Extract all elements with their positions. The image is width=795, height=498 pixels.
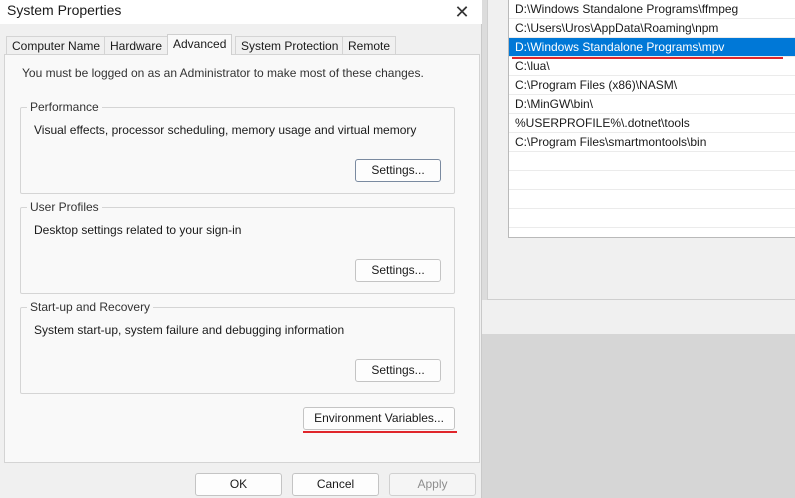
tab-computer-name[interactable]: Computer Name <box>6 36 107 54</box>
apply-button[interactable]: Apply <box>389 473 476 496</box>
window-gap <box>482 300 795 334</box>
path-row[interactable]: C:\Program Files (x86)\NASM\ <box>509 76 795 95</box>
user-profiles-description: Desktop settings related to your sign-in <box>34 223 242 237</box>
user-profiles-label: User Profiles <box>27 200 102 214</box>
startup-recovery-label: Start-up and Recovery <box>27 300 154 314</box>
desktop-background <box>482 334 795 498</box>
path-row[interactable] <box>509 209 795 228</box>
selected-path-highlight-underline <box>512 57 783 59</box>
performance-description: Visual effects, processor scheduling, me… <box>34 123 417 137</box>
admin-note: You must be logged on as an Administrato… <box>22 66 424 80</box>
user-profiles-settings-button[interactable]: Settings... <box>355 259 441 282</box>
startup-recovery-group: Start-up and Recovery System start-up, s… <box>20 300 455 394</box>
path-row[interactable]: D:\Windows Standalone Programs\ffmpeg <box>509 0 795 19</box>
performance-settings-button[interactable]: Settings... <box>355 159 441 182</box>
path-row[interactable]: C:\Users\Uros\AppData\Roaming\npm <box>509 19 795 38</box>
path-row[interactable] <box>509 228 795 237</box>
user-profiles-group: User Profiles Desktop settings related t… <box>20 200 455 294</box>
cancel-button[interactable]: Cancel <box>292 473 379 496</box>
close-icon: ✕ <box>454 1 470 22</box>
startup-recovery-description: System start-up, system failure and debu… <box>34 323 345 337</box>
path-list[interactable]: D:\Windows Standalone Programs\ffmpeg C:\… <box>508 0 795 238</box>
path-row[interactable]: %USERPROFILE%\.dotnet\tools <box>509 114 795 133</box>
path-row[interactable] <box>509 190 795 209</box>
edit-environment-variable-window: D:\Windows Standalone Programs\ffmpeg C:\… <box>487 0 795 300</box>
environment-variables-button[interactable]: Environment Variables... <box>303 407 455 430</box>
system-properties-dialog: System Properties ✕ Computer Name Hardwa… <box>0 0 482 498</box>
path-row[interactable] <box>509 171 795 190</box>
window-title: System Properties <box>7 2 122 18</box>
screen: System Properties ✕ Computer Name Hardwa… <box>0 0 795 498</box>
performance-label: Performance <box>27 100 102 114</box>
performance-group: Performance Visual effects, processor sc… <box>20 100 455 194</box>
close-button[interactable]: ✕ <box>442 0 482 24</box>
tab-system-protection[interactable]: System Protection <box>235 36 345 54</box>
path-row-selected[interactable]: D:\Windows Standalone Programs\mpv <box>509 38 795 57</box>
path-row[interactable]: D:\MinGW\bin\ <box>509 95 795 114</box>
ok-button[interactable]: OK <box>195 473 282 496</box>
path-row[interactable]: C:\Program Files\smartmontools\bin <box>509 133 795 152</box>
tab-hardware[interactable]: Hardware <box>104 36 169 54</box>
path-row[interactable]: C:\lua\ <box>509 57 795 76</box>
advanced-panel: You must be logged on as an Administrato… <box>4 54 480 463</box>
tab-remote[interactable]: Remote <box>342 36 397 54</box>
tab-strip: Computer Name Hardware Advanced System P… <box>4 34 480 55</box>
path-row[interactable] <box>509 152 795 171</box>
startup-recovery-settings-button[interactable]: Settings... <box>355 359 441 382</box>
tab-advanced[interactable]: Advanced <box>167 34 233 55</box>
env-button-highlight-underline <box>303 431 457 433</box>
title-bar[interactable]: System Properties ✕ <box>0 0 482 24</box>
